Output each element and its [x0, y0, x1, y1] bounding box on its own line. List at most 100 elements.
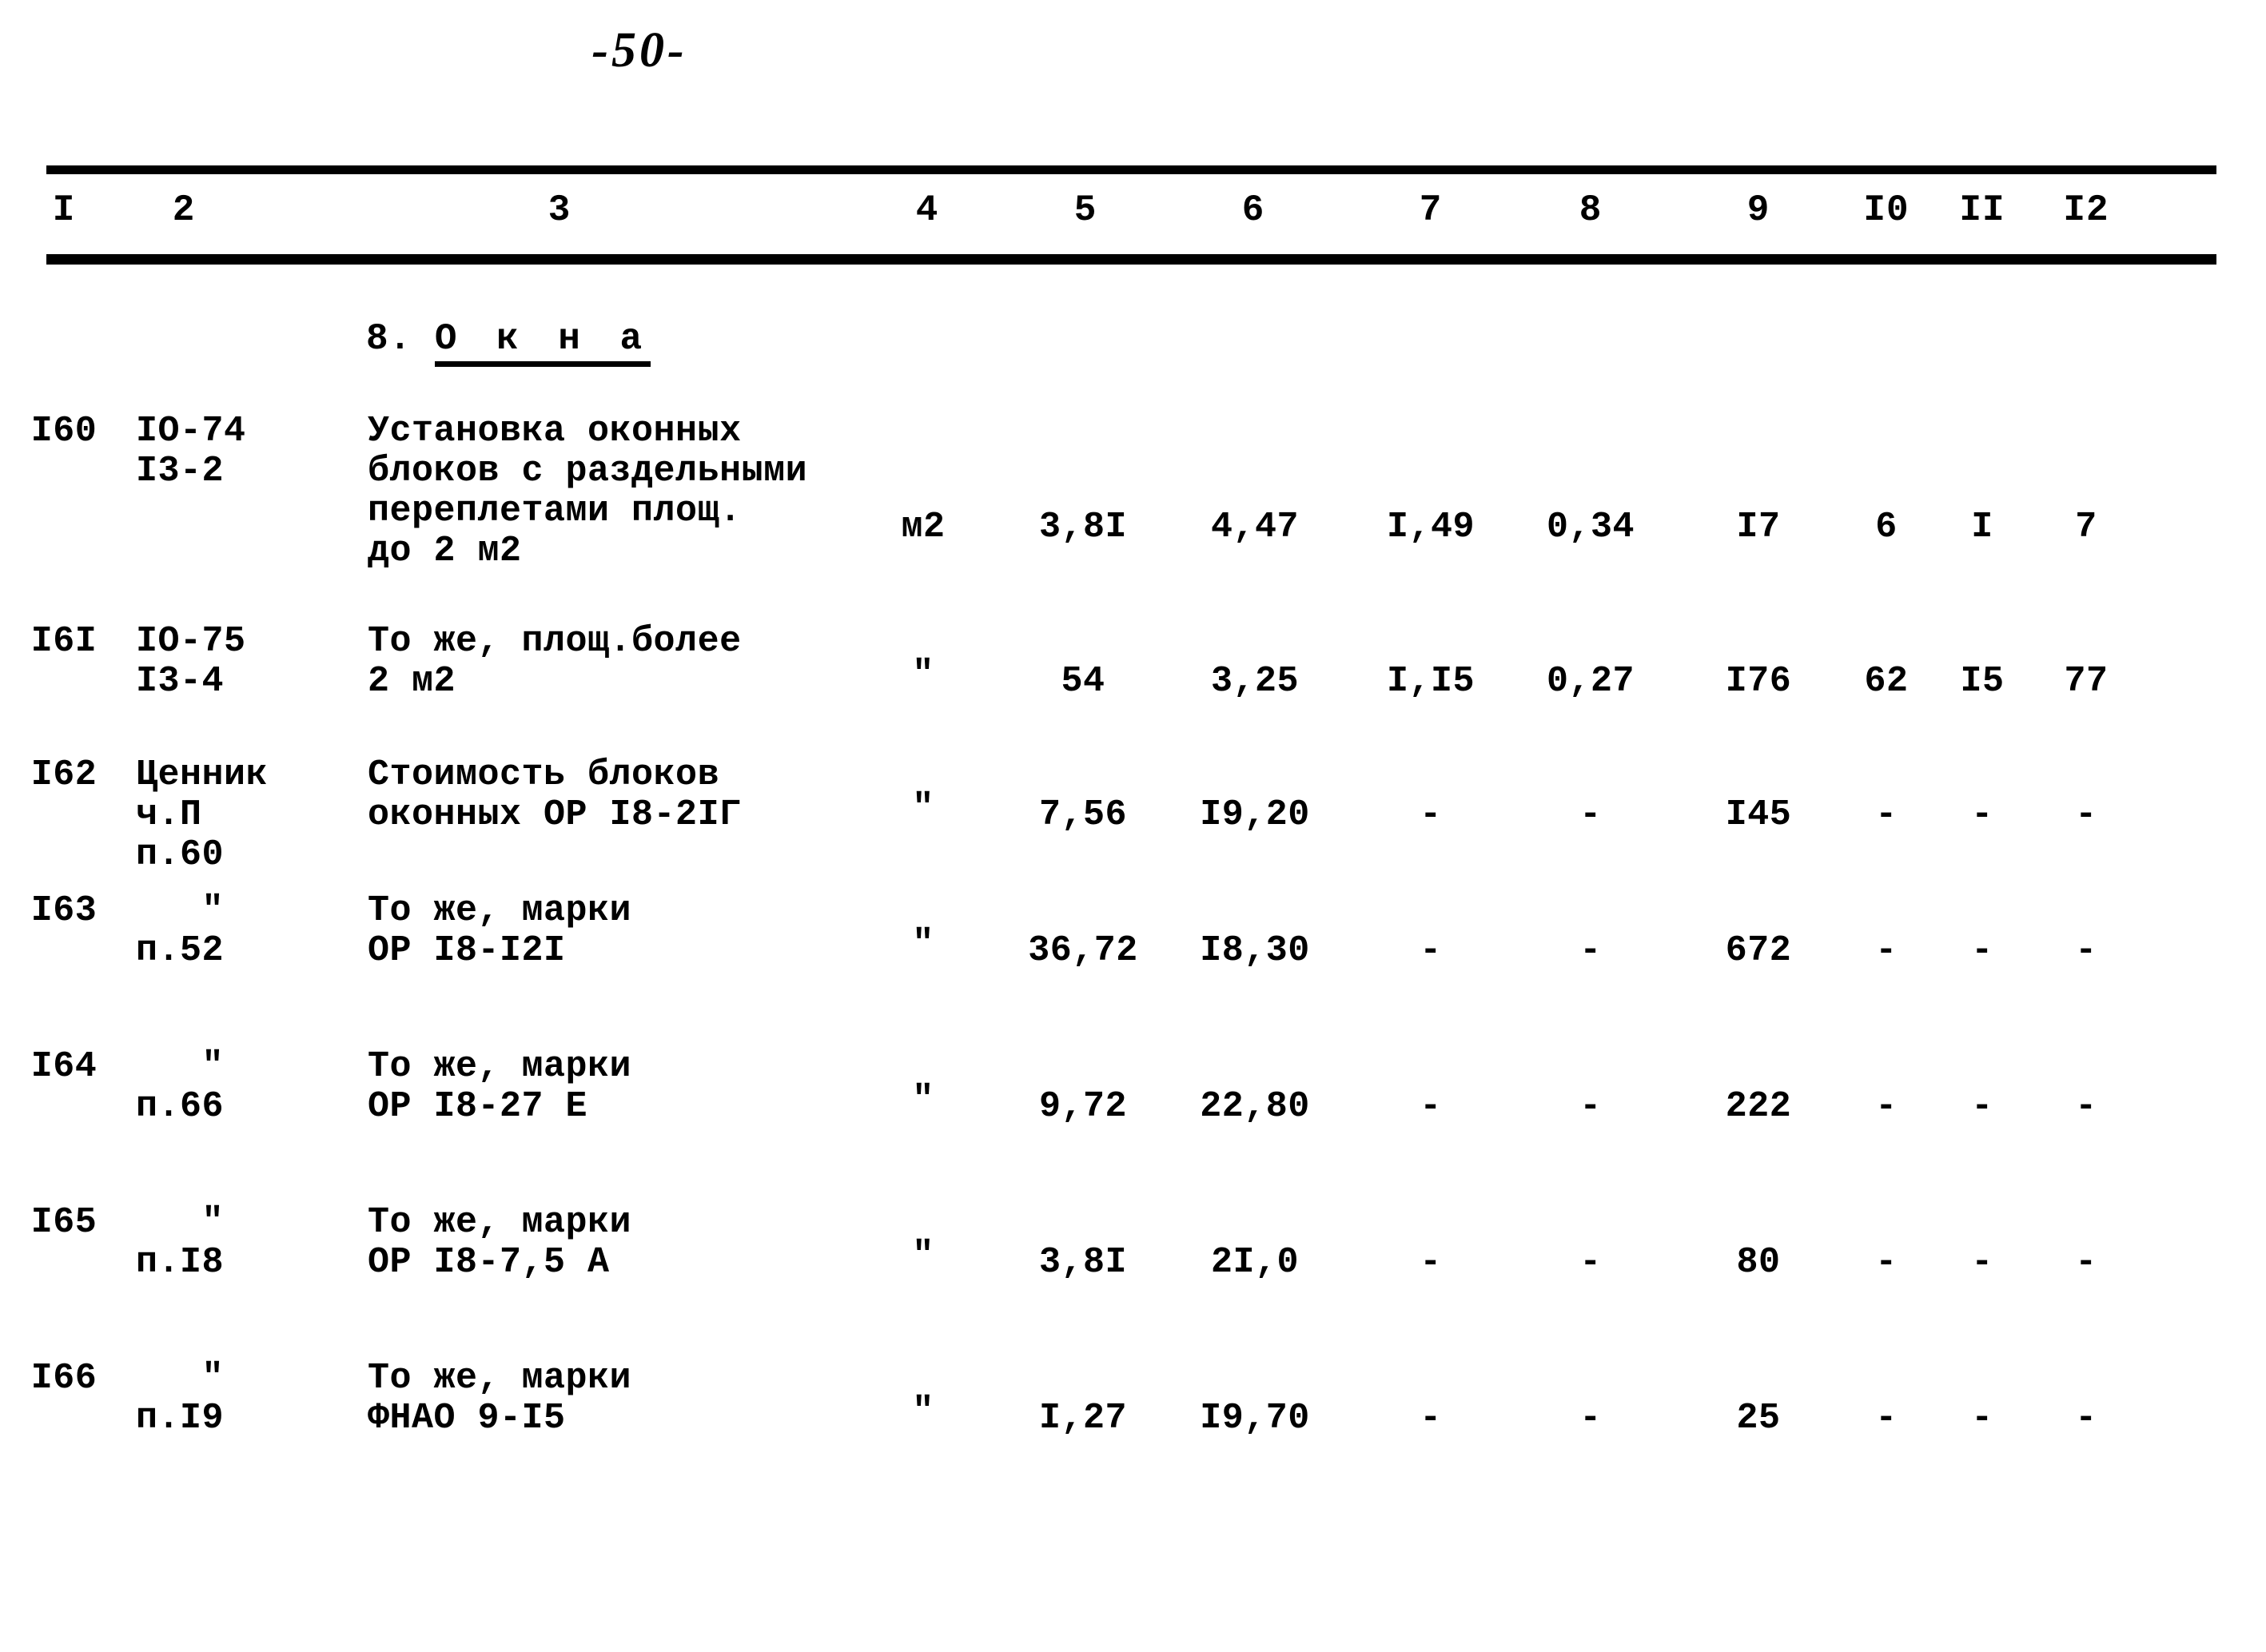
- row-number: I60: [30, 411, 98, 452]
- row-col6: 3,25: [1210, 661, 1300, 702]
- row-code: IO-75 I3-4: [136, 621, 246, 702]
- row-description: Стоимость блоков оконных ОР I8-2IГ: [368, 754, 742, 835]
- row-col9: 222: [1725, 1086, 1792, 1127]
- row-unit: ": [912, 655, 934, 695]
- row-col7: I,49: [1386, 507, 1475, 547]
- row-col10: -: [1875, 1398, 1898, 1439]
- document-page: -50- I 2 3 4 5 6 7 8 9 I0 II I2 8. О к н…: [0, 0, 2266, 1652]
- row-unit: м2: [901, 507, 946, 547]
- section-heading-title: О к н а: [434, 318, 651, 367]
- row-col12: -: [2075, 1398, 2097, 1439]
- row-code: " п.I9: [136, 1358, 225, 1439]
- row-col12: -: [2075, 1242, 2097, 1283]
- row-col11: -: [1971, 1242, 1993, 1283]
- row-col5: 3,8I: [1038, 507, 1128, 547]
- row-col8: -: [1579, 1242, 1602, 1283]
- row-col10: 6: [1875, 507, 1898, 547]
- row-code: " п.66: [136, 1046, 225, 1127]
- page-number: -50-: [591, 23, 687, 78]
- column-header-2: 2: [172, 189, 196, 231]
- row-unit: ": [912, 1080, 934, 1121]
- row-col11: -: [1971, 794, 1993, 835]
- row-col8: 0,27: [1546, 661, 1635, 702]
- row-code: " п.52: [136, 890, 225, 971]
- row-col6: I8,30: [1200, 930, 1310, 971]
- row-col11: I: [1971, 507, 1993, 547]
- column-header-5: 5: [1073, 189, 1097, 231]
- row-number: I6I: [30, 621, 98, 662]
- column-header-7: 7: [1419, 189, 1443, 231]
- row-description: Установка оконных блоков с раздельными п…: [368, 411, 808, 571]
- row-col7: I,I5: [1386, 661, 1475, 702]
- row-col10: -: [1875, 794, 1898, 835]
- row-description: То же, марки ОР I8-I2I: [368, 890, 632, 971]
- row-col8: -: [1579, 930, 1602, 971]
- row-description: То же, марки ОР I8-7,5 А: [368, 1202, 632, 1283]
- row-description: То же, марки ОР I8-27 Е: [368, 1046, 632, 1127]
- row-col7: -: [1420, 930, 1442, 971]
- column-header-11: II: [1959, 189, 2005, 231]
- row-col6: 22,80: [1200, 1086, 1310, 1127]
- row-col8: -: [1579, 1086, 1602, 1127]
- row-col9: 25: [1736, 1398, 1781, 1439]
- column-header-1: I: [52, 189, 76, 231]
- row-col7: -: [1420, 1242, 1442, 1283]
- row-col9: I76: [1725, 661, 1792, 702]
- row-code: " п.I8: [136, 1202, 225, 1283]
- row-number: I66: [30, 1358, 98, 1399]
- row-col5: 54: [1061, 661, 1105, 702]
- row-description: То же, марки ФНАО 9-I5: [368, 1358, 632, 1439]
- row-col7: -: [1420, 794, 1442, 835]
- row-col11: -: [1971, 1398, 1993, 1439]
- table-top-rule: [46, 165, 2216, 174]
- column-header-8: 8: [1579, 189, 1603, 231]
- row-col12: 7: [2075, 507, 2097, 547]
- row-col5: 36,72: [1028, 930, 1138, 971]
- row-col12: 77: [2064, 661, 2109, 702]
- row-col12: -: [2075, 930, 2097, 971]
- row-number: I62: [30, 754, 98, 795]
- row-col9: I7: [1736, 507, 1781, 547]
- row-col5: I,27: [1038, 1398, 1128, 1439]
- row-col10: -: [1875, 1242, 1898, 1283]
- row-col10: 62: [1864, 661, 1909, 702]
- row-col12: -: [2075, 1086, 2097, 1127]
- row-unit: ": [912, 788, 934, 829]
- row-col7: -: [1420, 1398, 1442, 1439]
- row-col6: 2I,0: [1210, 1242, 1300, 1283]
- row-number: I63: [30, 890, 98, 931]
- row-unit: ": [912, 1391, 934, 1432]
- row-col12: -: [2075, 794, 2097, 835]
- row-col7: -: [1420, 1086, 1442, 1127]
- row-description: То же, площ.более 2 м2: [368, 621, 742, 702]
- column-header-10: I0: [1863, 189, 1910, 231]
- row-col9: I45: [1725, 794, 1792, 835]
- row-col9: 672: [1725, 930, 1792, 971]
- column-header-9: 9: [1746, 189, 1770, 231]
- table-header-bottom-rule: [46, 254, 2216, 265]
- row-col11: -: [1971, 930, 1993, 971]
- row-col10: -: [1875, 1086, 1898, 1127]
- row-col6: I9,70: [1200, 1398, 1310, 1439]
- section-heading: 8. О к н а: [366, 318, 651, 367]
- row-col8: -: [1579, 1398, 1602, 1439]
- row-col5: 9,72: [1038, 1086, 1128, 1127]
- row-col8: -: [1579, 794, 1602, 835]
- row-code: Ценник ч.П п.60: [136, 754, 269, 875]
- row-col6: I9,20: [1200, 794, 1310, 835]
- column-header-3: 3: [548, 189, 571, 231]
- row-code: IO-74 I3-2: [136, 411, 246, 492]
- section-heading-number: 8.: [366, 318, 412, 360]
- row-col10: -: [1875, 930, 1898, 971]
- row-number: I65: [30, 1202, 98, 1243]
- column-header-6: 6: [1241, 189, 1265, 231]
- row-number: I64: [30, 1046, 98, 1087]
- row-unit: ": [912, 1236, 934, 1276]
- row-unit: ": [912, 924, 934, 965]
- column-header-12: I2: [2063, 189, 2109, 231]
- row-col5: 7,56: [1038, 794, 1128, 835]
- row-col11: I5: [1960, 661, 2005, 702]
- row-col9: 80: [1736, 1242, 1781, 1283]
- column-header-4: 4: [915, 189, 939, 231]
- row-col8: 0,34: [1546, 507, 1635, 547]
